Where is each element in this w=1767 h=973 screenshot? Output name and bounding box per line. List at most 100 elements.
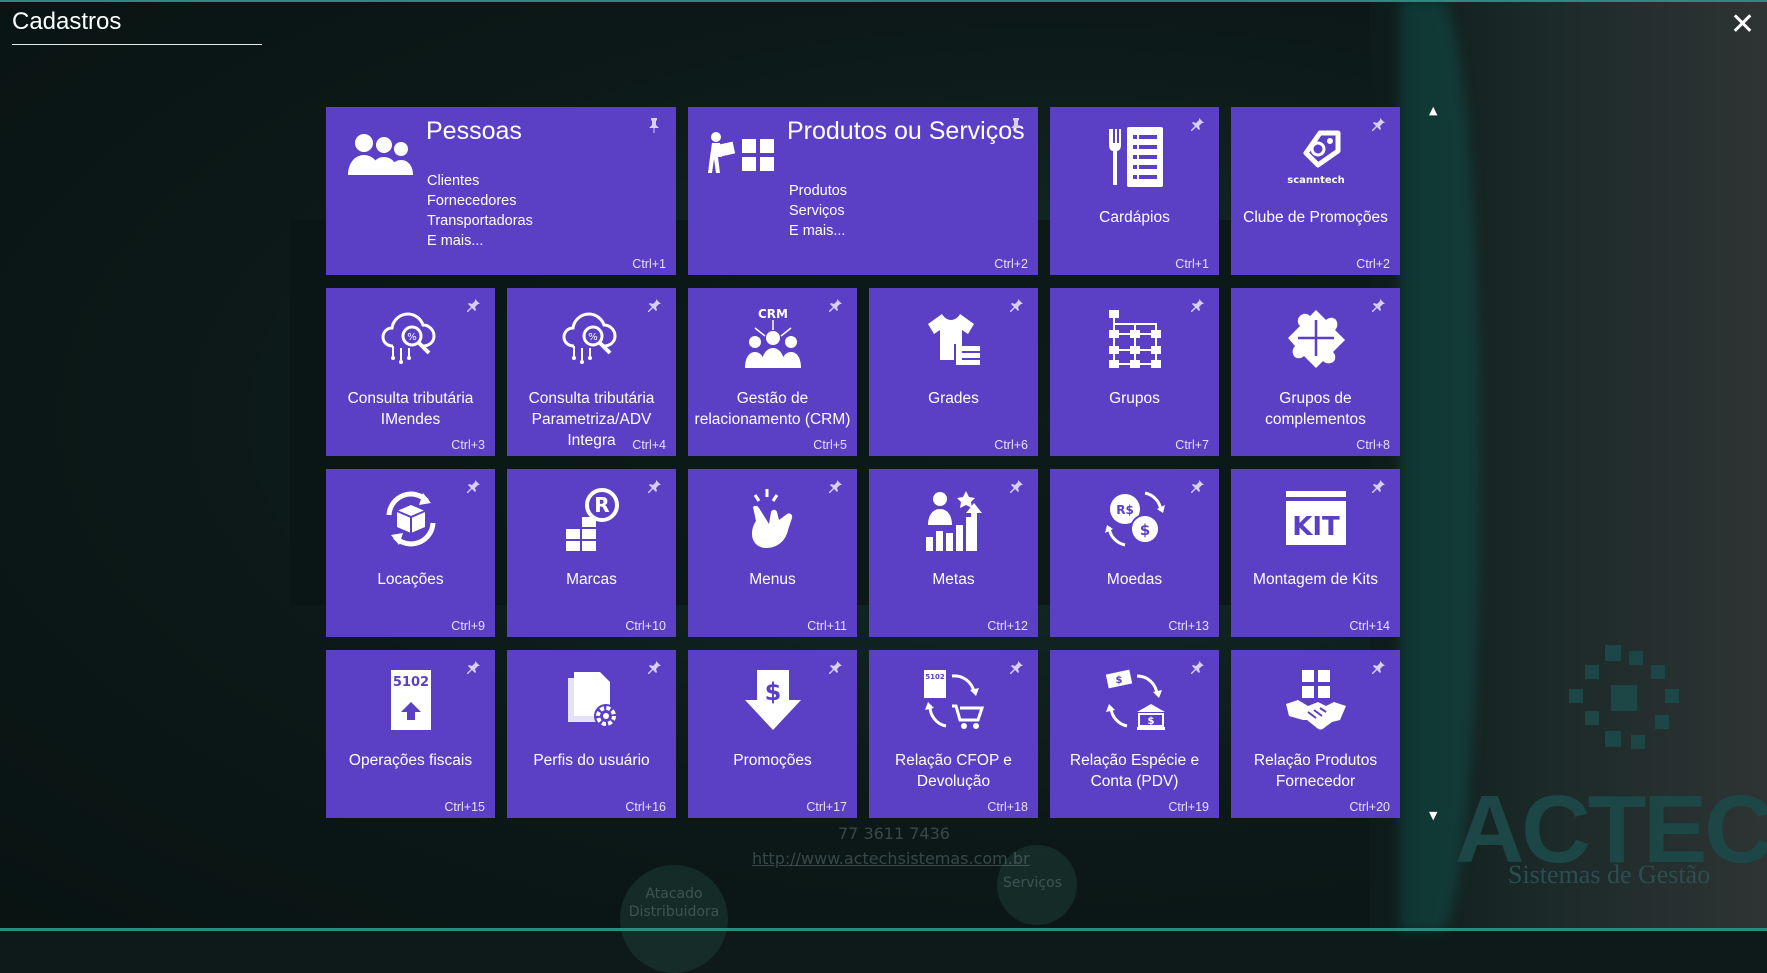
tile-crm[interactable]: CRM Gestão de relacionamento (CRM) Ctrl+… [688, 288, 857, 456]
tile-label: Moedas [1106, 571, 1163, 588]
tile-label: Gestão de relacionamento (CRM) [692, 388, 853, 430]
tile-menus[interactable]: Menus Ctrl+11 [688, 469, 857, 637]
pin-icon[interactable] [1008, 479, 1024, 495]
pin-icon[interactable] [465, 660, 481, 676]
tile-grades[interactable]: Grades Ctrl+6 [869, 288, 1038, 456]
tile-marcas[interactable]: R Marcas Ctrl+10 [507, 469, 676, 637]
tile-label-line: IMendes [380, 411, 441, 428]
tile-montagem-kits[interactable]: KIT Montagem de Kits Ctrl+14 [1231, 469, 1400, 637]
pin-icon[interactable] [646, 660, 662, 676]
background-url: http://www.actechsistemas.com.br [752, 849, 1030, 868]
pin-icon[interactable] [1189, 660, 1205, 676]
close-icon[interactable]: ✕ [1730, 10, 1755, 40]
tile-subitem: Serviços [789, 203, 845, 219]
pin-icon[interactable] [646, 298, 662, 314]
tile-label-line: Fornecedor [1275, 773, 1356, 790]
tile-perfis-usuario[interactable]: Perfis do usuário Ctrl+16 [507, 650, 676, 818]
tile-label: Grupos [1109, 390, 1160, 407]
tile-moedas[interactable]: R$ $ Moedas Ctrl+13 [1050, 469, 1219, 637]
tile-label: Locações [377, 571, 444, 588]
tile-label-line: Conta (PDV) [1090, 773, 1179, 790]
background-bubble-text-1: Atacado Distribuidora [628, 886, 720, 920]
goals-chart-icon [925, 491, 982, 551]
box-cycle-icon [386, 491, 435, 547]
tile-relacao-especie[interactable]: $ $ Relação Espécie e Conta (PDV) Ctrl+1… [1050, 650, 1219, 818]
tile-label-line: relacionamento (CRM) [694, 411, 851, 428]
pin-icon[interactable] [1008, 298, 1024, 314]
tile-pessoas[interactable]: Pessoas Clientes Fornecedores Transporta… [326, 107, 676, 275]
menu-card-icon [1108, 127, 1163, 187]
money-bank-icon: $ $ [1105, 669, 1165, 730]
scanntech-tag-icon: scanntech [1287, 130, 1344, 186]
tile-grupos-complementos[interactable]: Grupos de complementos Ctrl+8 [1231, 288, 1400, 456]
pin-icon[interactable] [646, 479, 662, 495]
pin-icon[interactable] [1370, 117, 1386, 133]
tile-grupos[interactable]: Grupos Ctrl+7 [1050, 288, 1219, 456]
tile-subitem: Fornecedores [427, 193, 517, 209]
tile-label: Cardápios [1099, 209, 1170, 226]
tile-metas[interactable]: Metas Ctrl+12 [869, 469, 1038, 637]
tile-label: Marcas [566, 571, 617, 588]
pin-icon[interactable] [465, 298, 481, 314]
pin-icon[interactable] [827, 298, 843, 314]
hand-tap-icon [751, 489, 792, 548]
background-bubble-text-2: Serviços [1003, 875, 1062, 891]
title-underline [12, 44, 262, 45]
cfop-return-icon: 5102 [923, 670, 984, 729]
svg-text:%: % [588, 332, 598, 343]
tile-shortcut: Ctrl+1 [632, 257, 666, 271]
tile-shortcut: Ctrl+1 [1175, 257, 1209, 271]
pin-icon[interactable] [827, 660, 843, 676]
tile-relacao-produtos-fornecedor[interactable]: Relação Produtos Fornecedor Ctrl+20 [1231, 650, 1400, 818]
tax-cloud-icon: % [561, 312, 617, 364]
tile-shortcut: Ctrl+15 [444, 800, 485, 814]
tile-produtos-servicos[interactable]: Produtos ou Serviços Produtos Serviços E… [688, 107, 1038, 275]
tile-shortcut: Ctrl+5 [813, 438, 847, 452]
tile-shortcut: Ctrl+16 [625, 800, 666, 814]
tshirt-icon [927, 314, 980, 366]
cfop-document-icon: 5102 [390, 670, 431, 730]
pin-icon[interactable] [1189, 117, 1205, 133]
tile-locacoes[interactable]: Locações Ctrl+9 [326, 469, 495, 637]
tile-relacao-cfop[interactable]: 5102 Relação CFOP e Devolução Ctrl+18 [869, 650, 1038, 818]
tile-consulta-parametriza[interactable]: % Consulta tributária Parametriza/ADV In… [507, 288, 676, 456]
tile-label-line: Gestão de [736, 390, 809, 407]
pin-icon[interactable] [1008, 660, 1024, 676]
boxes-icon [708, 132, 774, 173]
tile-consulta-imendes[interactable]: % Consulta tributária IMendes Ctrl+3 [326, 288, 495, 456]
icon-text: CRM [758, 307, 788, 321]
scroll-down-arrow-icon[interactable]: ▼ [1429, 809, 1437, 822]
tile-title: Pessoas [426, 117, 522, 145]
pin-icon[interactable] [1370, 660, 1386, 676]
pin-icon[interactable] [1189, 298, 1205, 314]
tile-promocoes[interactable]: $ Promoções Ctrl+17 [688, 650, 857, 818]
tile-shortcut: Ctrl+2 [994, 257, 1028, 271]
pin-icon[interactable] [1370, 298, 1386, 314]
document-gear-icon [567, 672, 618, 728]
crm-icon: CRM [744, 307, 801, 368]
icon-text: KIT [1292, 512, 1340, 542]
pin-icon[interactable] [1008, 117, 1024, 133]
tile-subitem: E mais... [789, 223, 846, 239]
tile-label-line: Devolução [916, 773, 991, 790]
tile-label: Menus [749, 571, 796, 588]
pin-icon[interactable] [646, 117, 662, 133]
tile-cardapios[interactable]: Cardápios Ctrl+1 [1050, 107, 1219, 275]
top-border [0, 0, 1767, 2]
tile-label: Grupos de complementos [1235, 388, 1396, 430]
tile-operacoes-fiscais[interactable]: 5102 Operações fiscais Ctrl+15 [326, 650, 495, 818]
pin-icon[interactable] [827, 479, 843, 495]
tile-shortcut: Ctrl+18 [987, 800, 1028, 814]
pin-icon[interactable] [1370, 479, 1386, 495]
tile-label: Relação CFOP e Devolução [873, 750, 1034, 792]
tile-label-line: Grupos de [1279, 390, 1352, 407]
tile-shortcut: Ctrl+12 [987, 619, 1028, 633]
tile-shortcut: Ctrl+19 [1168, 800, 1209, 814]
scroll-up-arrow-icon[interactable]: ▲ [1429, 104, 1437, 117]
icon-text: 5102 [925, 673, 945, 681]
pin-icon[interactable] [1189, 479, 1205, 495]
svg-text:$: $ [1115, 675, 1122, 686]
registered-icon: R [565, 488, 619, 551]
tile-clube-promocoes[interactable]: scanntech Clube de Promoções Ctrl+2 [1231, 107, 1400, 275]
pin-icon[interactable] [465, 479, 481, 495]
